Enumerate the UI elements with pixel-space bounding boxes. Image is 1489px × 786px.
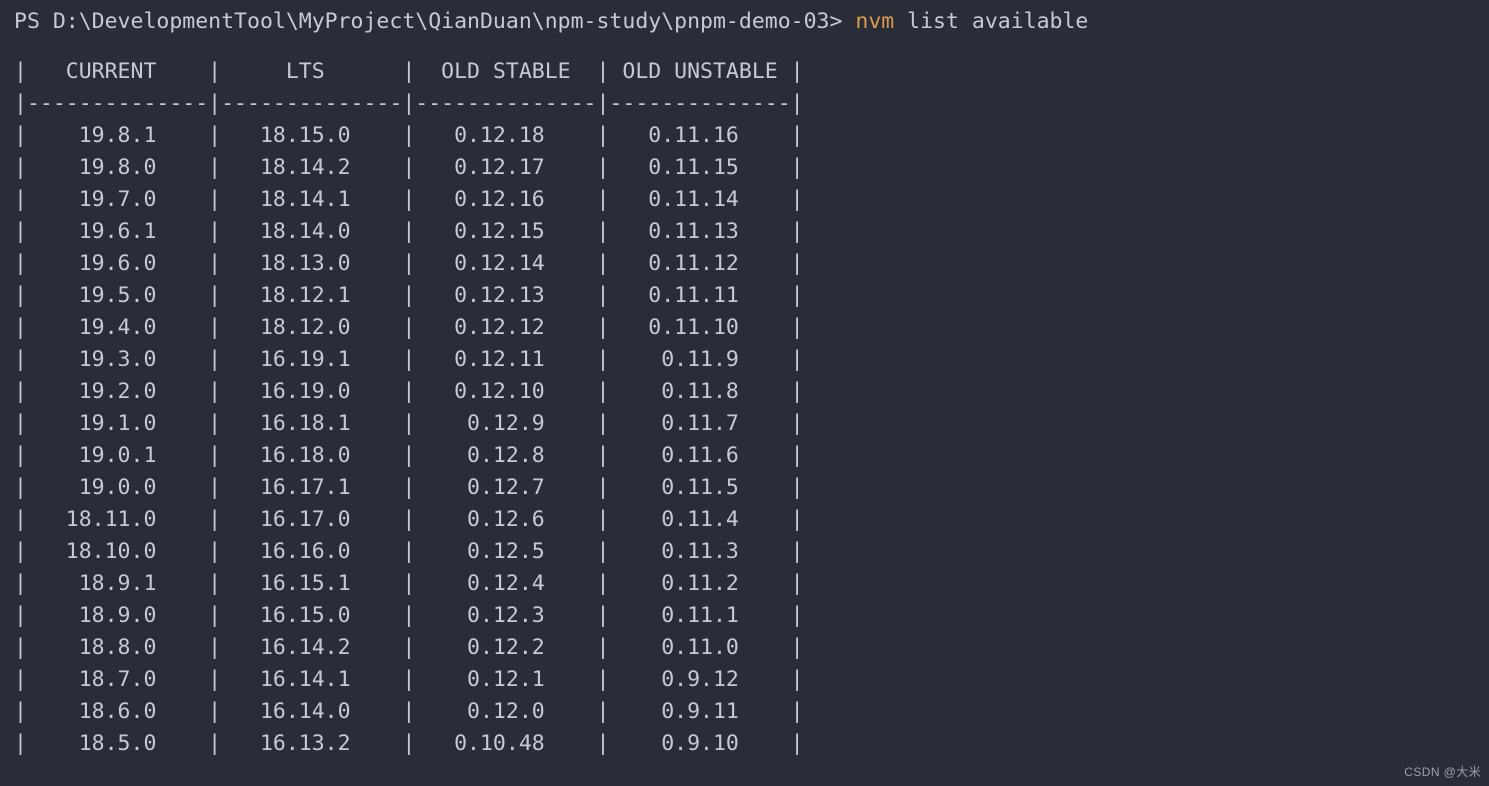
csdn-watermark: CSDN @大米 (1404, 765, 1481, 779)
table-row: | 18.5.0 | 16.13.2 | 0.10.48 | 0.9.10 | (14, 731, 804, 756)
table-row: | 19.0.0 | 16.17.1 | 0.12.7 | 0.11.5 | (14, 475, 804, 500)
table-separator-row: |--------------|--------------|---------… (14, 91, 804, 116)
nvm-version-table: | CURRENT | LTS | OLD STABLE | OLD UNSTA… (0, 56, 1489, 760)
table-row: | 18.10.0 | 16.16.0 | 0.12.5 | 0.11.3 | (14, 539, 804, 564)
table-row: | 18.9.1 | 16.15.1 | 0.12.4 | 0.11.2 | (14, 571, 804, 596)
table-row: | 19.5.0 | 18.12.1 | 0.12.13 | 0.11.11 | (14, 283, 804, 308)
table-row: | 19.2.0 | 16.19.0 | 0.12.10 | 0.11.8 | (14, 379, 804, 404)
table-row: | 19.8.0 | 18.14.2 | 0.12.17 | 0.11.15 | (14, 155, 804, 180)
table-body: | 19.8.1 | 18.15.0 | 0.12.18 | 0.11.16 |… (0, 120, 1489, 760)
terminal-window[interactable]: PS D:\DevelopmentTool\MyProject\QianDuan… (0, 0, 1489, 786)
table-row: | 19.0.1 | 16.18.0 | 0.12.8 | 0.11.6 | (14, 443, 804, 468)
table-row: | 19.1.0 | 16.18.1 | 0.12.9 | 0.11.7 | (14, 411, 804, 436)
table-row: | 19.7.0 | 18.14.1 | 0.12.16 | 0.11.14 | (14, 187, 804, 212)
command-name: nvm (855, 9, 895, 34)
table-header-row: | CURRENT | LTS | OLD STABLE | OLD UNSTA… (14, 59, 804, 84)
table-row: | 19.6.0 | 18.13.0 | 0.12.14 | 0.11.12 | (14, 251, 804, 276)
table-row: | 19.4.0 | 18.12.0 | 0.12.12 | 0.11.10 | (14, 315, 804, 340)
command-arguments: list available (894, 9, 1089, 34)
table-row: | 18.9.0 | 16.15.0 | 0.12.3 | 0.11.1 | (14, 603, 804, 628)
table-row: | 19.3.0 | 16.19.1 | 0.12.11 | 0.11.9 | (14, 347, 804, 372)
prompt-line: PS D:\DevelopmentTool\MyProject\QianDuan… (0, 0, 1489, 40)
table-row: | 18.8.0 | 16.14.2 | 0.12.2 | 0.11.0 | (14, 635, 804, 660)
table-row: | 19.8.1 | 18.15.0 | 0.12.18 | 0.11.16 | (14, 123, 804, 148)
table-row: | 19.6.1 | 18.14.0 | 0.12.15 | 0.11.13 | (14, 219, 804, 244)
table-row: | 18.6.0 | 16.14.0 | 0.12.0 | 0.9.11 | (14, 699, 804, 724)
table-row: | 18.7.0 | 16.14.1 | 0.12.1 | 0.9.12 | (14, 667, 804, 692)
prompt-path: PS D:\DevelopmentTool\MyProject\QianDuan… (14, 9, 856, 34)
table-row: | 18.11.0 | 16.17.0 | 0.12.6 | 0.11.4 | (14, 507, 804, 532)
